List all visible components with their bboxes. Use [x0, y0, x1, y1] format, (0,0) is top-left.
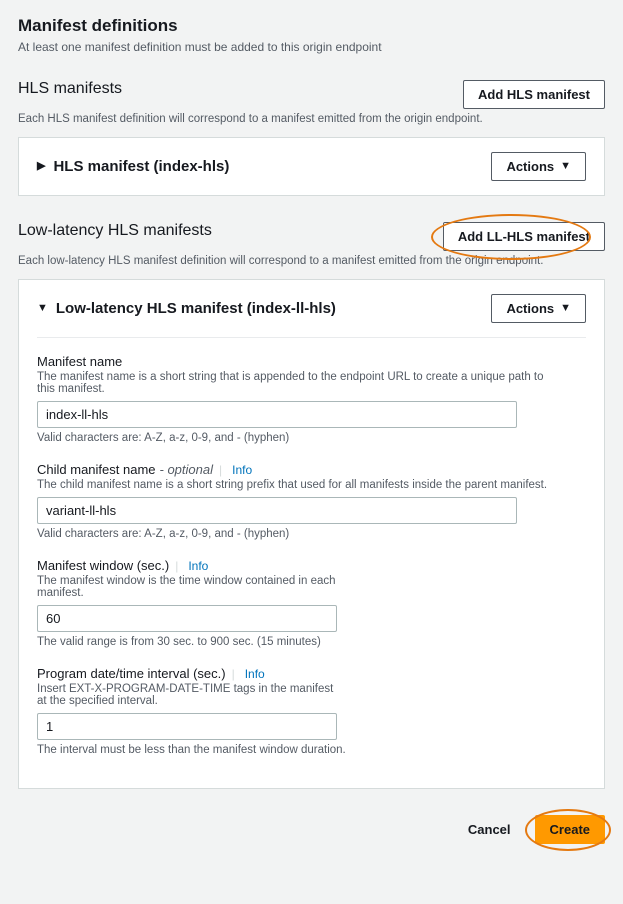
- info-divider: |: [175, 559, 178, 573]
- program-datetime-constraint: The interval must be less than the manif…: [37, 744, 586, 756]
- program-datetime-field: Program date/time interval (sec.) | Info…: [37, 666, 586, 756]
- info-link[interactable]: Info: [232, 463, 252, 477]
- hls-section-subtitle: Each HLS manifest definition will corres…: [18, 113, 605, 125]
- program-datetime-desc: Insert EXT-X-PROGRAM-DATE-TIME tags in t…: [37, 683, 337, 707]
- manifest-name-field: Manifest name The manifest name is a sho…: [37, 354, 586, 444]
- info-link[interactable]: Info: [245, 667, 265, 681]
- hls-panel-title-text: HLS manifest (index-hls): [53, 158, 229, 175]
- caret-down-icon: ▼: [560, 161, 571, 172]
- info-divider: |: [219, 463, 222, 477]
- child-manifest-name-input[interactable]: [37, 497, 517, 524]
- manifest-window-input[interactable]: [37, 605, 337, 632]
- caret-down-icon: ▼: [560, 303, 571, 314]
- info-divider: |: [232, 667, 235, 681]
- child-manifest-name-field: Child manifest name - optional | Info Th…: [37, 462, 586, 540]
- hls-actions-button[interactable]: Actions ▼: [491, 152, 586, 181]
- llhls-actions-label: Actions: [506, 301, 554, 316]
- create-button[interactable]: Create: [535, 815, 605, 844]
- optional-text: - optional: [160, 462, 213, 477]
- program-datetime-label: Program date/time interval (sec.): [37, 666, 226, 681]
- llhls-actions-button[interactable]: Actions ▼: [491, 294, 586, 323]
- manifest-window-constraint: The valid range is from 30 sec. to 900 s…: [37, 636, 586, 648]
- add-hls-manifest-button[interactable]: Add HLS manifest: [463, 80, 605, 109]
- child-manifest-name-constraint: Valid characters are: A-Z, a-z, 0-9, and…: [37, 528, 586, 540]
- caret-right-icon: ▶: [37, 161, 45, 172]
- manifest-name-desc: The manifest name is a short string that…: [37, 371, 557, 395]
- hls-manifest-panel: ▶ HLS manifest (index-hls) Actions ▼: [18, 137, 605, 196]
- llhls-section-title: Low-latency HLS manifests: [18, 222, 212, 240]
- manifest-name-label: Manifest name: [37, 354, 122, 369]
- manifest-window-label: Manifest window (sec.): [37, 558, 169, 573]
- page-title: Manifest definitions: [18, 16, 605, 36]
- hls-panel-toggle[interactable]: ▶ HLS manifest (index-hls): [37, 158, 229, 175]
- caret-down-icon: ▼: [37, 303, 48, 314]
- manifest-name-input[interactable]: [37, 401, 517, 428]
- cancel-button[interactable]: Cancel: [454, 816, 525, 843]
- manifest-name-constraint: Valid characters are: A-Z, a-z, 0-9, and…: [37, 432, 586, 444]
- manifest-window-desc: The manifest window is the time window c…: [37, 575, 337, 599]
- manifest-window-field: Manifest window (sec.) | Info The manife…: [37, 558, 586, 648]
- child-manifest-name-label: Child manifest name: [37, 462, 156, 477]
- hls-actions-label: Actions: [506, 159, 554, 174]
- add-llhls-manifest-button[interactable]: Add LL-HLS manifest: [443, 222, 605, 251]
- page-subtitle: At least one manifest definition must be…: [18, 40, 605, 54]
- program-datetime-input[interactable]: [37, 713, 337, 740]
- llhls-manifest-panel: ▼ Low-latency HLS manifest (index-ll-hls…: [18, 279, 605, 789]
- info-link[interactable]: Info: [188, 559, 208, 573]
- child-manifest-name-desc: The child manifest name is a short strin…: [37, 479, 557, 491]
- llhls-section-subtitle: Each low-latency HLS manifest definition…: [18, 255, 605, 267]
- hls-section-title: HLS manifests: [18, 80, 122, 98]
- llhls-panel-title-text: Low-latency HLS manifest (index-ll-hls): [56, 300, 336, 317]
- llhls-panel-toggle[interactable]: ▼ Low-latency HLS manifest (index-ll-hls…: [37, 300, 336, 317]
